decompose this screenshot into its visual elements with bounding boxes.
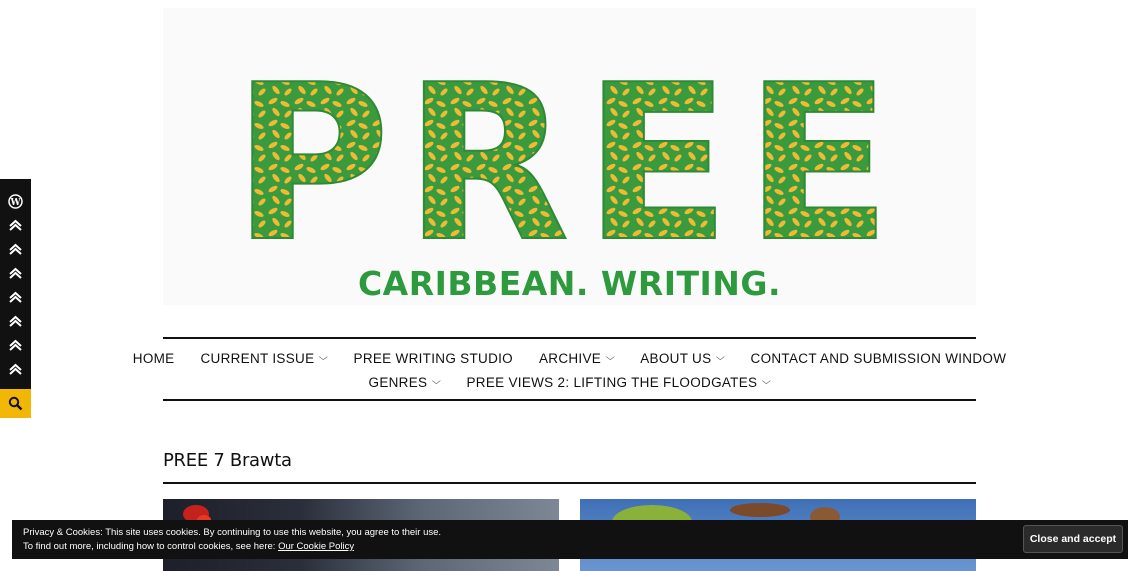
- nav-item-current-issue[interactable]: CURRENT ISSUE ⌵: [200, 351, 329, 366]
- logo-text: PREE: [233, 38, 906, 258]
- nav-item-label: ARCHIVE: [538, 351, 602, 366]
- nav-item-pree-writing-studio[interactable]: PREE WRITING STUDIO: [354, 351, 513, 366]
- social-sidebar: W: [0, 179, 31, 389]
- header-banner[interactable]: PREE CARIBBEAN. WRITING.: [163, 8, 976, 305]
- cookie-message: Privacy & Cookies: This site uses cookie…: [23, 527, 442, 538]
- site-tagline: CARIBBEAN. WRITING.: [357, 264, 782, 303]
- wordpress-icon[interactable]: W: [8, 194, 23, 209]
- share-icon[interactable]: [8, 338, 23, 353]
- svg-text:W: W: [9, 198, 21, 208]
- chevron-down-icon: ⌵: [606, 352, 616, 362]
- nav-item-contact-and-submission-window[interactable]: CONTACT AND SUBMISSION WINDOW: [751, 351, 1007, 366]
- share-icon[interactable]: [8, 218, 23, 233]
- cookie-more-info: To find out more, including how to contr…: [23, 541, 354, 552]
- share-icon[interactable]: [8, 266, 23, 281]
- cookie-policy-link[interactable]: Our Cookie Policy: [278, 541, 354, 552]
- title-divider: [163, 482, 976, 484]
- share-icon[interactable]: [8, 242, 23, 257]
- main-navigation: HOME CURRENT ISSUE ⌵ PREE WRITING STUDIO ARC…: [133, 337, 1006, 401]
- nav-item-label: CURRENT ISSUE: [200, 351, 315, 366]
- nav-item-label: GENRES: [368, 375, 428, 390]
- chevron-down-icon: ⌵: [716, 352, 726, 362]
- nav-item-pree-views-2-lifting-the-floodgates[interactable]: PREE VIEWS 2: LIFTING THE FLOODGATES ⌵: [466, 375, 772, 390]
- nav-item-home[interactable]: HOME: [133, 351, 175, 366]
- search-icon: [8, 396, 23, 411]
- chevron-down-icon: ⌵: [762, 376, 772, 386]
- share-icon[interactable]: [8, 290, 23, 305]
- nav-item-label: HOME: [132, 351, 175, 366]
- cookie-more-info-text: To find out more, including how to contr…: [23, 541, 279, 552]
- chevron-down-icon: ⌵: [432, 376, 442, 386]
- nav-item-label: PREE WRITING STUDIO: [353, 351, 513, 366]
- nav-item-genres[interactable]: GENRES ⌵: [368, 375, 442, 390]
- cookie-banner: Privacy & Cookies: This site uses cookie…: [12, 520, 1128, 559]
- nav-row-secondary: GENRES ⌵ PREE VIEWS 2: LIFTING THE FLOODGA…: [163, 375, 976, 390]
- search-toggle-button[interactable]: [0, 389, 31, 418]
- nav-item-archive[interactable]: ARCHIVE ⌵: [538, 351, 616, 366]
- share-icon[interactable]: [8, 362, 23, 377]
- share-icon[interactable]: [8, 314, 23, 329]
- nav-item-label: PREE VIEWS 2: LIFTING THE FLOODGATES: [466, 375, 758, 390]
- nav-row-primary: HOME CURRENT ISSUE ⌵ PREE WRITING STUDIO ARC…: [133, 351, 1006, 366]
- nav-item-about-us[interactable]: ABOUT US ⌵: [640, 351, 726, 366]
- chevron-down-icon: ⌵: [319, 352, 329, 362]
- close-and-accept-button[interactable]: Close and accept: [1023, 525, 1123, 553]
- thumbnail-shape: [730, 503, 790, 517]
- pree-logo[interactable]: PREE: [163, 8, 976, 258]
- page-title: PREE 7 Brawta: [163, 450, 292, 471]
- nav-item-label: ABOUT US: [640, 351, 712, 366]
- nav-item-label: CONTACT AND SUBMISSION WINDOW: [750, 351, 1007, 366]
